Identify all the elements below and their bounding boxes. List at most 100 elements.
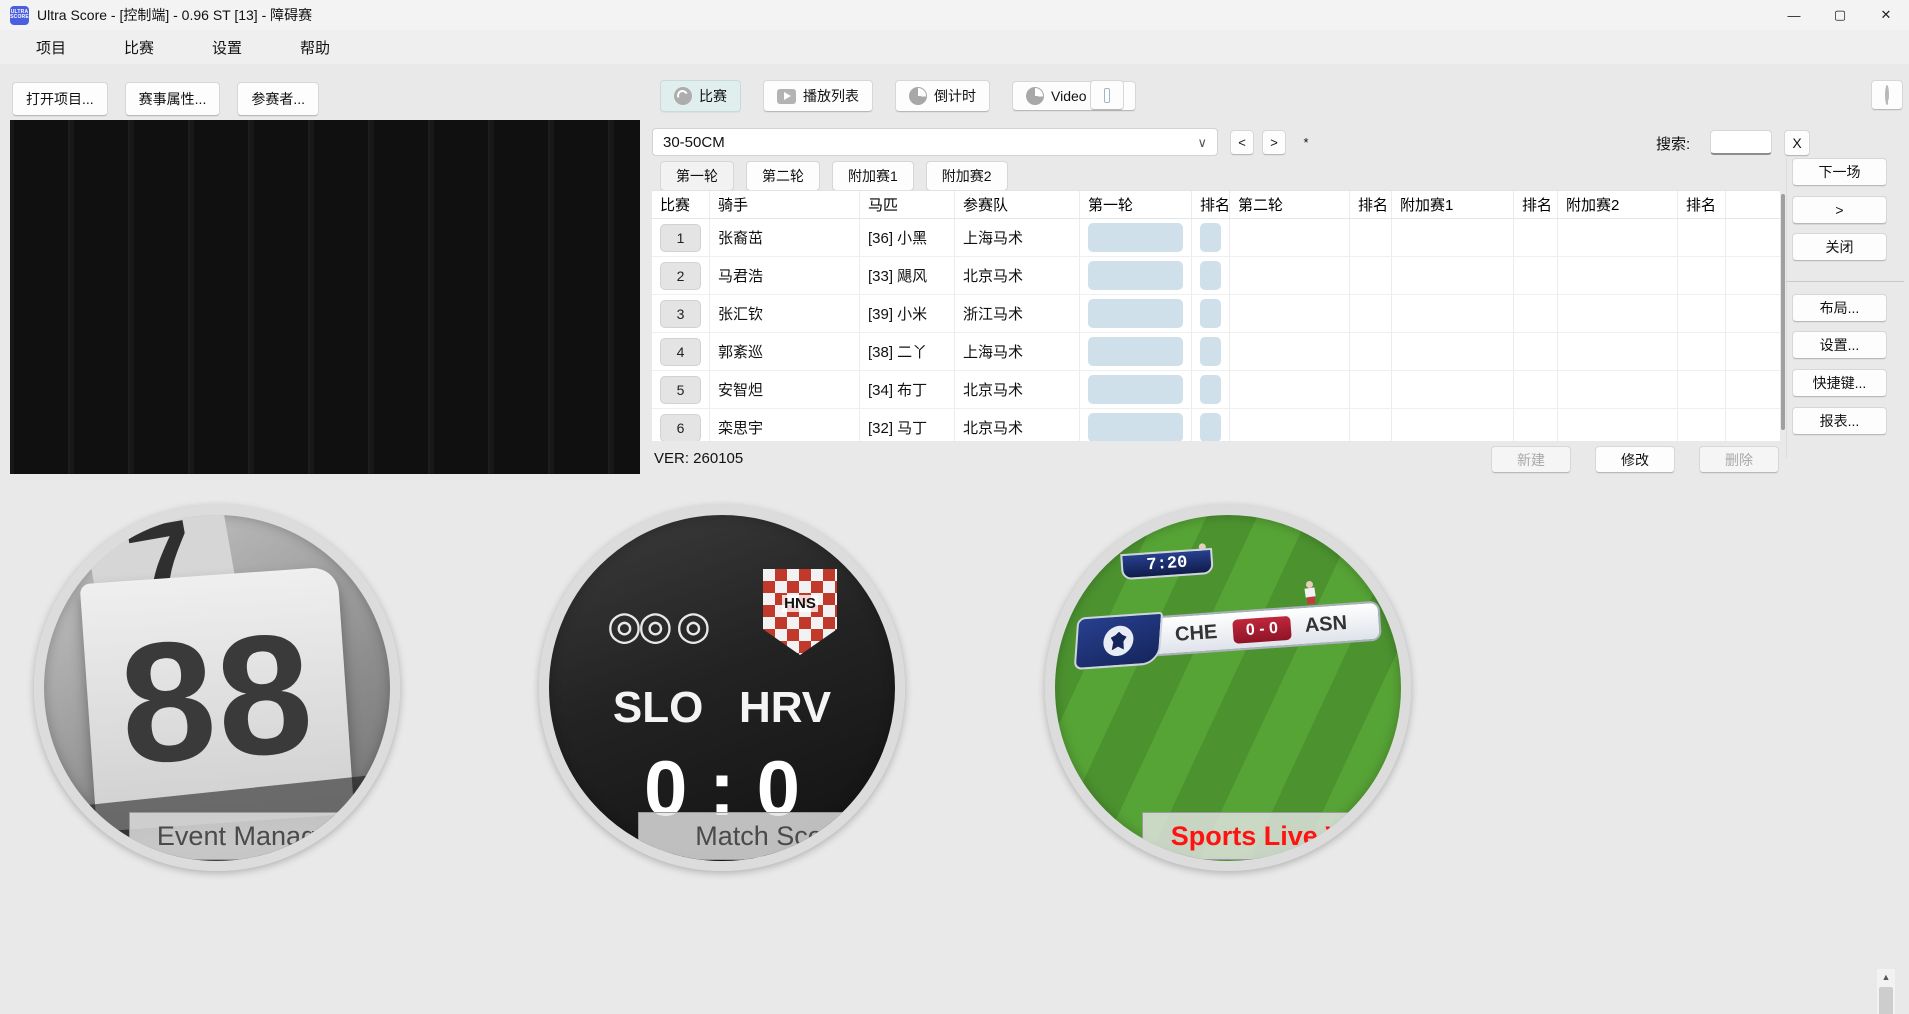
menu-bar: 项目 比赛 设置 帮助 [0, 30, 1909, 64]
team-name: 北京马术 [955, 371, 1080, 408]
tab-round2[interactable]: 第二轮 [746, 161, 820, 191]
round1-score-field[interactable] [1088, 223, 1183, 252]
team-name: 浙江马术 [955, 295, 1080, 332]
user-button[interactable] [1871, 80, 1903, 110]
prev-class-button[interactable]: < [1230, 130, 1254, 155]
live-score: 0 - 0 [1232, 616, 1292, 644]
sports-live-video-card[interactable]: CHE 0 - 0 ASN 7:20 Sports Live Video [1045, 505, 1411, 871]
scroll-up-icon[interactable]: ▲ [1877, 969, 1895, 985]
match-number: 3 [660, 300, 701, 328]
table-row[interactable]: 3 张汇钦 [39] 小米 浙江马术 [652, 295, 1780, 333]
launcher-section: 7 88 Event Management ◎◎ ◎ HNS SLO HRV 0… [0, 482, 1909, 1014]
page-scrollbar[interactable]: ▲ ▼ [1877, 969, 1895, 1014]
clock-icon [909, 87, 927, 105]
reports-button[interactable]: 报表... [1792, 407, 1887, 435]
app-logo-icon: ULTRASCORE [10, 6, 29, 25]
table-row[interactable]: 4 郭紊巡 [38] 二丫 上海马术 [652, 333, 1780, 371]
match-clock: 7:20 [1120, 548, 1214, 580]
team-name: 北京马术 [955, 409, 1080, 441]
filter-row: 30-50CM ∨ < > * 搜索: X [652, 128, 1904, 158]
document-icon [1104, 88, 1110, 103]
round1-score-field[interactable] [1088, 299, 1183, 328]
minimize-icon[interactable]: — [1771, 0, 1817, 30]
ball-icon [674, 87, 692, 105]
rider-name: 安智炟 [710, 371, 860, 408]
match-scoring-card[interactable]: ◎◎ ◎ HNS SLO HRV 0 : 0 Match Scoring [539, 505, 905, 871]
league-logo-icon [1074, 612, 1163, 670]
round1-rank-field[interactable] [1200, 413, 1221, 441]
away-team: HRV [739, 683, 831, 733]
round1-score-field[interactable] [1088, 261, 1183, 290]
mode-playlist-button[interactable]: 播放列表 [763, 80, 873, 112]
close-icon[interactable]: ✕ [1863, 0, 1909, 30]
table-row[interactable]: 2 马君浩 [33] 飓风 北京马术 [652, 257, 1780, 295]
team-name: 上海马术 [955, 333, 1080, 370]
side-separator [1786, 158, 1787, 458]
search-input[interactable] [1710, 130, 1772, 155]
rider-name: 张汇钦 [710, 295, 860, 332]
horse-name: [34] 布丁 [860, 371, 955, 408]
match-scoring-label: Match Scoring [638, 812, 905, 860]
playlist-icon [777, 89, 796, 104]
menu-match[interactable]: 比赛 [102, 31, 176, 64]
table-row[interactable]: 5 安智炟 [34] 布丁 北京马术 [652, 371, 1780, 409]
menu-help[interactable]: 帮助 [278, 31, 352, 64]
menu-settings[interactable]: 设置 [190, 31, 264, 64]
layout-button[interactable]: 布局... [1792, 294, 1887, 322]
event-management-card[interactable]: 7 88 Event Management [34, 505, 400, 871]
sports-live-video-label: Sports Live Video [1142, 812, 1411, 860]
horse-name: [39] 小米 [860, 295, 955, 332]
scroll-thumb[interactable] [1879, 987, 1893, 1014]
horse-name: [32] 马丁 [860, 409, 955, 441]
star-button[interactable]: * [1294, 130, 1318, 155]
round1-rank-field[interactable] [1200, 223, 1221, 252]
close-button[interactable]: 关闭 [1792, 233, 1887, 261]
results-table: 比赛 骑手 马匹 参赛队 第一轮 排名 第二轮 排名 附加赛1 排名 附加赛2 … [652, 190, 1780, 441]
table-row[interactable]: 6 栾思宇 [32] 马丁 北京马术 [652, 409, 1780, 441]
video-preview-panel [10, 120, 640, 474]
tab-jumpoff2[interactable]: 附加赛2 [926, 161, 1008, 191]
menu-project[interactable]: 项目 [14, 31, 88, 64]
clear-search-button[interactable]: X [1784, 130, 1810, 156]
round1-score-field[interactable] [1088, 413, 1183, 441]
open-project-button[interactable]: 打开项目... [12, 82, 108, 116]
event-management-label: Event Management [129, 812, 400, 860]
round1-score-field[interactable] [1088, 375, 1183, 404]
clock-icon [1026, 87, 1044, 105]
maximize-icon[interactable]: ▢ [1817, 0, 1863, 30]
class-combobox[interactable]: 30-50CM ∨ [652, 128, 1218, 156]
round1-rank-field[interactable] [1200, 375, 1221, 404]
modify-button[interactable]: 修改 [1595, 446, 1675, 473]
delete-button[interactable]: 删除 [1699, 446, 1779, 473]
new-button[interactable]: 新建 [1491, 446, 1571, 473]
settings-button[interactable]: 设置... [1792, 331, 1887, 359]
open-more-button[interactable]: > [1792, 196, 1887, 224]
participants-button[interactable]: 参赛者... [237, 82, 319, 116]
user-icon [1885, 85, 1889, 105]
home-team: SLO [613, 683, 703, 733]
rider-name: 郭紊巡 [710, 333, 860, 370]
next-class-button[interactable]: > [1262, 130, 1286, 155]
horse-name: [36] 小黑 [860, 219, 955, 256]
hotkeys-button[interactable]: 快捷键... [1792, 369, 1887, 397]
tab-jumpoff1[interactable]: 附加赛1 [832, 161, 914, 191]
notes-button[interactable] [1090, 80, 1124, 110]
match-number: 1 [660, 224, 701, 252]
event-properties-button[interactable]: 赛事属性... [125, 82, 221, 116]
round1-rank-field[interactable] [1200, 299, 1221, 328]
team-name: 上海马术 [955, 219, 1080, 256]
tab-round1[interactable]: 第一轮 [660, 161, 734, 191]
table-row[interactable]: 1 张裔茁 [36] 小黑 上海马术 [652, 219, 1780, 257]
match-number: 5 [660, 376, 701, 404]
next-match-button[interactable]: 下一场 [1792, 158, 1887, 186]
version-label: VER: 260105 [654, 450, 743, 467]
round1-rank-field[interactable] [1200, 261, 1221, 290]
mode-match-button[interactable]: 比赛 [660, 80, 741, 112]
table-header-row: 比赛 骑手 马匹 参赛队 第一轮 排名 第二轮 排名 附加赛1 排名 附加赛2 … [652, 191, 1780, 219]
round-tabs: 第一轮 第二轮 附加赛1 附加赛2 [660, 161, 1008, 191]
search-label: 搜索: [1656, 133, 1690, 154]
rider-name: 栾思宇 [710, 409, 860, 441]
round1-rank-field[interactable] [1200, 337, 1221, 366]
round1-score-field[interactable] [1088, 337, 1183, 366]
mode-countdown-button[interactable]: 倒计时 [895, 80, 990, 112]
